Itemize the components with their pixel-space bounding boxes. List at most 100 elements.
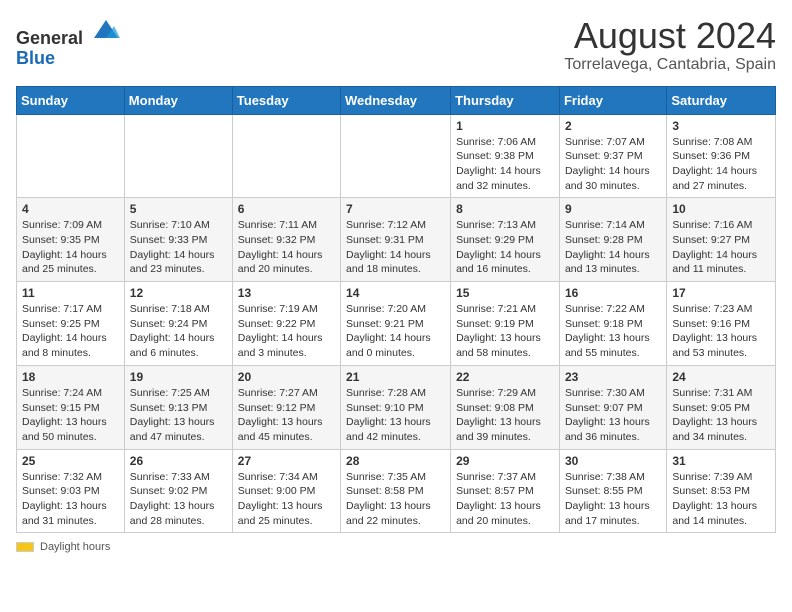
day-number: 12 [130, 286, 227, 300]
day-number: 31 [672, 454, 770, 468]
calendar-cell: 18 Sunrise: 7:24 AMSunset: 9:15 PMDayligh… [17, 365, 125, 449]
day-number: 19 [130, 370, 227, 384]
day-info: Sunrise: 7:28 AMSunset: 9:10 PMDaylight:… [346, 386, 445, 445]
day-info: Sunrise: 7:11 AMSunset: 9:32 PMDaylight:… [238, 218, 335, 277]
day-info: Sunrise: 7:12 AMSunset: 9:31 PMDaylight:… [346, 218, 445, 277]
day-number: 30 [565, 454, 661, 468]
calendar-table: SundayMondayTuesdayWednesdayThursdayFrid… [16, 86, 776, 534]
day-info: Sunrise: 7:30 AMSunset: 9:07 PMDaylight:… [565, 386, 661, 445]
day-number: 10 [672, 202, 770, 216]
calendar-cell: 24 Sunrise: 7:31 AMSunset: 9:05 PMDayligh… [667, 365, 776, 449]
header-thursday: Thursday [451, 86, 560, 114]
day-number: 26 [130, 454, 227, 468]
daylight-bar-icon [16, 542, 34, 552]
day-number: 6 [238, 202, 335, 216]
day-info: Sunrise: 7:16 AMSunset: 9:27 PMDaylight:… [672, 218, 770, 277]
calendar-cell: 11 Sunrise: 7:17 AMSunset: 9:25 PMDayligh… [17, 282, 125, 366]
day-number: 5 [130, 202, 227, 216]
calendar-cell: 16 Sunrise: 7:22 AMSunset: 9:18 PMDayligh… [559, 282, 666, 366]
calendar-cell: 29 Sunrise: 7:37 AMSunset: 8:57 PMDayligh… [451, 449, 560, 533]
day-info: Sunrise: 7:13 AMSunset: 9:29 PMDaylight:… [456, 218, 554, 277]
calendar-cell: 12 Sunrise: 7:18 AMSunset: 9:24 PMDayligh… [124, 282, 232, 366]
day-number: 29 [456, 454, 554, 468]
calendar-cell: 20Sunrise: 7:27 AMSunset: 9:12 PMDayligh… [232, 365, 340, 449]
day-number: 24 [672, 370, 770, 384]
calendar-cell: 2Sunrise: 7:07 AMSunset: 9:37 PMDaylight… [559, 114, 666, 198]
day-info: Sunrise: 7:25 AMSunset: 9:13 PMDaylight:… [130, 386, 227, 445]
day-number: 16 [565, 286, 661, 300]
day-number: 14 [346, 286, 445, 300]
calendar-cell: 14 Sunrise: 7:20 AMSunset: 9:21 PMDayligh… [341, 282, 451, 366]
day-info: Sunrise: 7:21 AMSunset: 9:19 PMDaylight:… [456, 302, 554, 361]
calendar-cell: 17 Sunrise: 7:23 AMSunset: 9:16 PMDayligh… [667, 282, 776, 366]
day-number: 11 [22, 286, 119, 300]
calendar-cell: 10 Sunrise: 7:16 AMSunset: 9:27 PMDayligh… [667, 198, 776, 282]
day-number: 9 [565, 202, 661, 216]
calendar-cell: 31 Sunrise: 7:39 AMSunset: 8:53 PMDayligh… [667, 449, 776, 533]
header-wednesday: Wednesday [341, 86, 451, 114]
day-info: Sunrise: 7:31 AMSunset: 9:05 PMDaylight:… [672, 386, 770, 445]
day-info: Sunrise: 7:08 AMSunset: 9:36 PMDaylight:… [672, 135, 770, 194]
day-info: Sunrise: 7:24 AMSunset: 9:15 PMDaylight:… [22, 386, 119, 445]
calendar-cell: 23 Sunrise: 7:30 AMSunset: 9:07 PMDayligh… [559, 365, 666, 449]
calendar-cell: 3 Sunrise: 7:08 AMSunset: 9:36 PMDaylight… [667, 114, 776, 198]
day-info: Sunrise: 7:10 AMSunset: 9:33 PMDaylight:… [130, 218, 227, 277]
header-sunday: Sunday [17, 86, 125, 114]
day-info: Sunrise: 7:06 AMSunset: 9:38 PMDaylight:… [456, 135, 554, 194]
logo-blue: Blue [16, 48, 55, 68]
calendar-cell: 4 Sunrise: 7:09 AMSunset: 9:35 PMDaylight… [17, 198, 125, 282]
calendar-cell: 5 Sunrise: 7:10 AMSunset: 9:33 PMDaylight… [124, 198, 232, 282]
calendar-week-5: 25 Sunrise: 7:32 AMSunset: 9:03 PMDayligh… [17, 449, 776, 533]
day-number: 17 [672, 286, 770, 300]
day-info: Sunrise: 7:09 AMSunset: 9:35 PMDaylight:… [22, 218, 119, 277]
day-number: 8 [456, 202, 554, 216]
calendar-cell: 7Sunrise: 7:12 AMSunset: 9:31 PMDaylight… [341, 198, 451, 282]
calendar-week-3: 11 Sunrise: 7:17 AMSunset: 9:25 PMDayligh… [17, 282, 776, 366]
day-number: 20 [238, 370, 335, 384]
daylight-label: Daylight hours [40, 541, 110, 553]
logo-icon [92, 16, 120, 44]
calendar-cell: 9 Sunrise: 7:14 AMSunset: 9:28 PMDaylight… [559, 198, 666, 282]
day-info: Sunrise: 7:20 AMSunset: 9:21 PMDaylight:… [346, 302, 445, 361]
day-info: Sunrise: 7:17 AMSunset: 9:25 PMDaylight:… [22, 302, 119, 361]
title-area: August 2024 Torrelavega, Cantabria, Spai… [564, 16, 776, 74]
header-monday: Monday [124, 86, 232, 114]
day-info: Sunrise: 7:19 AMSunset: 9:22 PMDaylight:… [238, 302, 335, 361]
calendar-cell: 25 Sunrise: 7:32 AMSunset: 9:03 PMDayligh… [17, 449, 125, 533]
day-info: Sunrise: 7:37 AMSunset: 8:57 PMDaylight:… [456, 470, 554, 529]
day-number: 3 [672, 119, 770, 133]
header-saturday: Saturday [667, 86, 776, 114]
day-number: 1 [456, 119, 554, 133]
day-number: 18 [22, 370, 119, 384]
day-number: 4 [22, 202, 119, 216]
day-info: Sunrise: 7:35 AMSunset: 8:58 PMDaylight:… [346, 470, 445, 529]
calendar-cell [17, 114, 125, 198]
calendar-cell: 22 Sunrise: 7:29 AMSunset: 9:08 PMDayligh… [451, 365, 560, 449]
calendar-cell: 19 Sunrise: 7:25 AMSunset: 9:13 PMDayligh… [124, 365, 232, 449]
header-tuesday: Tuesday [232, 86, 340, 114]
day-info: Sunrise: 7:29 AMSunset: 9:08 PMDaylight:… [456, 386, 554, 445]
calendar-cell [341, 114, 451, 198]
day-number: 25 [22, 454, 119, 468]
calendar-week-1: 1 Sunrise: 7:06 AMSunset: 9:38 PMDaylight… [17, 114, 776, 198]
calendar-cell [232, 114, 340, 198]
calendar-week-2: 4 Sunrise: 7:09 AMSunset: 9:35 PMDaylight… [17, 198, 776, 282]
day-number: 21 [346, 370, 445, 384]
calendar-cell: 28 Sunrise: 7:35 AMSunset: 8:58 PMDayligh… [341, 449, 451, 533]
day-number: 27 [238, 454, 335, 468]
day-number: 2 [565, 119, 661, 133]
footer-note: Daylight hours [16, 541, 776, 553]
day-info: Sunrise: 7:23 AMSunset: 9:16 PMDaylight:… [672, 302, 770, 361]
day-number: 28 [346, 454, 445, 468]
day-info: Sunrise: 7:32 AMSunset: 9:03 PMDaylight:… [22, 470, 119, 529]
calendar-cell: 15 Sunrise: 7:21 AMSunset: 9:19 PMDayligh… [451, 282, 560, 366]
day-number: 22 [456, 370, 554, 384]
day-info: Sunrise: 7:14 AMSunset: 9:28 PMDaylight:… [565, 218, 661, 277]
day-number: 15 [456, 286, 554, 300]
day-number: 23 [565, 370, 661, 384]
day-info: Sunrise: 7:39 AMSunset: 8:53 PMDaylight:… [672, 470, 770, 529]
day-info: Sunrise: 7:22 AMSunset: 9:18 PMDaylight:… [565, 302, 661, 361]
calendar-header-row: SundayMondayTuesdayWednesdayThursdayFrid… [17, 86, 776, 114]
calendar-cell: 8 Sunrise: 7:13 AMSunset: 9:29 PMDaylight… [451, 198, 560, 282]
day-info: Sunrise: 7:18 AMSunset: 9:24 PMDaylight:… [130, 302, 227, 361]
